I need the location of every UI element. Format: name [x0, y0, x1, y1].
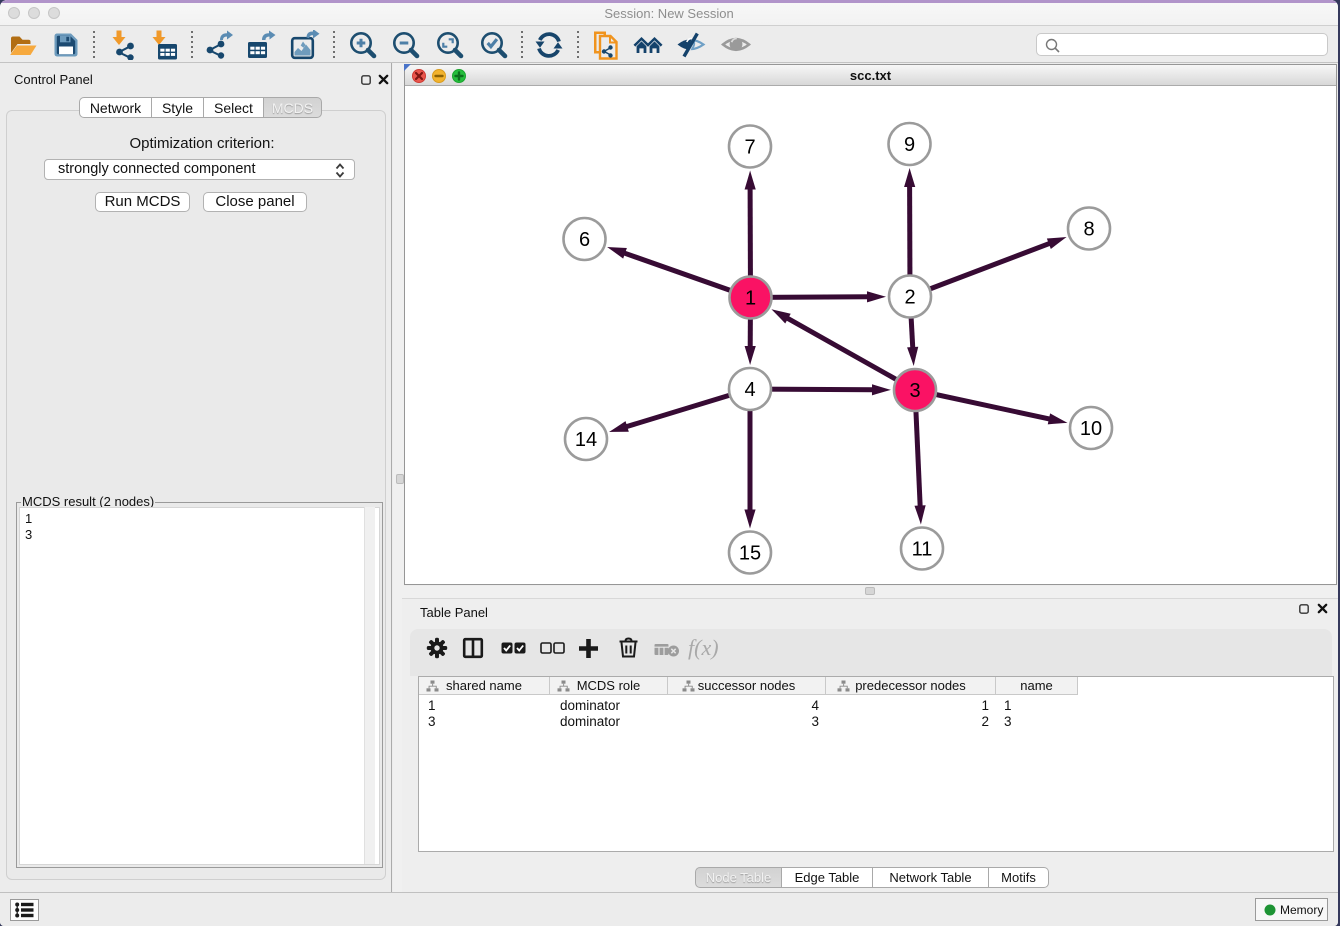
svg-text:10: 10 — [1080, 418, 1102, 440]
svg-text:2: 2 — [904, 287, 915, 309]
svg-text:11: 11 — [912, 539, 933, 561]
svg-text:7: 7 — [744, 137, 755, 159]
svg-text:9: 9 — [904, 134, 915, 156]
svg-text:6: 6 — [579, 229, 590, 251]
svg-text:1: 1 — [745, 288, 756, 310]
svg-text:3: 3 — [909, 380, 920, 402]
svg-text:14: 14 — [575, 429, 597, 451]
svg-text:4: 4 — [744, 379, 755, 401]
svg-text:15: 15 — [739, 543, 761, 565]
svg-text:8: 8 — [1083, 219, 1094, 241]
